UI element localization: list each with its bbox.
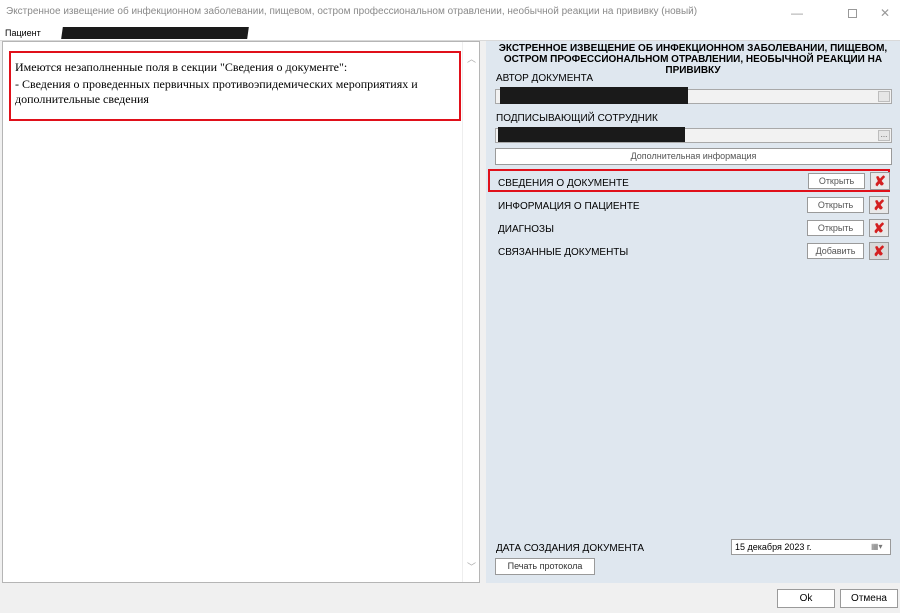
- section-related-documents-label: СВЯЗАННЫЕ ДОКУМЕНТЫ: [498, 247, 629, 258]
- patient-label: Пациент: [5, 28, 41, 38]
- document-title-line2: ОСТРОМ ПРОФЕССИОНАЛЬНОМ ОТРАВЛЕНИИ, НЕОБ…: [503, 54, 883, 65]
- author-field[interactable]: [495, 87, 892, 104]
- document-title-line1: ЭКСТРЕННОЕ ИЗВЕЩЕНИЕ ОБ ИНФЕКЦИОННОМ ЗАБ…: [498, 43, 888, 54]
- creation-date-label: ДАТА СОЗДАНИЯ ДОКУМЕНТА: [496, 543, 645, 554]
- ok-button[interactable]: Ok: [777, 589, 835, 608]
- close-button[interactable]: ✕: [866, 0, 900, 26]
- signer-field[interactable]: ...: [495, 127, 892, 143]
- section-related-documents: СВЯЗАННЫЕ ДОКУМЕНТЫ Добавить ✘: [495, 242, 890, 262]
- document-title: ЭКСТРЕННОЕ ИЗВЕЩЕНИЕ ОБ ИНФЕКЦИОННОМ ЗАБ…: [486, 43, 900, 76]
- section-patient-info: ИНФОРМАЦИЯ О ПАЦИЕНТЕ Открыть ✘: [495, 196, 890, 216]
- validation-message-title: Имеются незаполненные поля в секции "Све…: [15, 60, 348, 74]
- open-diagnoses-button[interactable]: Открыть: [807, 220, 864, 236]
- print-protocol-button[interactable]: Печать протокола: [495, 558, 595, 575]
- scroll-down-icon[interactable]: ﹀: [467, 560, 476, 573]
- maximize-icon: [847, 8, 857, 18]
- title-bar: Экстренное извещение об инфекционном заб…: [0, 0, 900, 26]
- open-patient-info-button[interactable]: Открыть: [807, 197, 864, 213]
- delete-icon[interactable]: ✘: [870, 172, 890, 190]
- document-form-panel: ЭКСТРЕННОЕ ИЗВЕЩЕНИЕ ОБ ИНФЕКЦИОННОМ ЗАБ…: [486, 41, 900, 583]
- author-value-redacted: [500, 87, 688, 104]
- section-document-info-label: СВЕДЕНИЯ О ДОКУМЕНТЕ: [498, 178, 629, 189]
- validation-messages-panel: Имеются незаполненные поля в секции "Све…: [2, 41, 480, 583]
- delete-icon[interactable]: ✘: [869, 242, 889, 260]
- creation-date-picker[interactable]: 15 декабря 2023 г. ▦▾: [731, 539, 891, 555]
- validation-message-item-cont: дополнительные сведения: [15, 92, 149, 106]
- delete-icon[interactable]: ✘: [869, 196, 889, 214]
- delete-icon[interactable]: ✘: [869, 219, 889, 237]
- signer-picker-button[interactable]: ...: [878, 130, 890, 141]
- signer-value-redacted: [498, 127, 685, 142]
- additional-info-button[interactable]: Дополнительная информация: [495, 148, 892, 165]
- calendar-icon[interactable]: ▦▾: [871, 542, 887, 552]
- window-title: Экстренное извещение об инфекционном заб…: [6, 6, 698, 17]
- cancel-button[interactable]: Отмена: [840, 589, 898, 608]
- patient-name-redacted: [61, 27, 249, 39]
- creation-date-value: 15 декабря 2023 г.: [735, 542, 812, 552]
- vertical-scrollbar[interactable]: ︿ ﹀: [462, 42, 479, 582]
- signer-label: ПОДПИСЫВАЮЩИЙ СОТРУДНИК: [496, 113, 658, 124]
- validation-message-item: - Сведения о проведенных первичных проти…: [15, 77, 418, 91]
- section-patient-info-label: ИНФОРМАЦИЯ О ПАЦИЕНТЕ: [498, 201, 640, 212]
- add-related-document-button[interactable]: Добавить: [807, 243, 864, 259]
- minimize-button[interactable]: —: [778, 0, 816, 26]
- section-diagnoses-label: ДИАГНОЗЫ: [498, 224, 554, 235]
- validation-message-box: Имеются незаполненные поля в секции "Све…: [9, 51, 461, 121]
- open-document-info-button[interactable]: Открыть: [808, 173, 865, 189]
- section-diagnoses: ДИАГНОЗЫ Открыть ✘: [495, 219, 890, 239]
- patient-bar: Пациент: [0, 26, 900, 41]
- section-document-info: СВЕДЕНИЯ О ДОКУМЕНТЕ Открыть ✘: [488, 169, 890, 192]
- dialog-footer: Ok Отмена: [0, 583, 900, 613]
- scroll-up-icon[interactable]: ︿: [467, 52, 476, 65]
- author-label: АВТОР ДОКУМЕНТА: [496, 73, 594, 84]
- author-picker-button[interactable]: [878, 91, 890, 102]
